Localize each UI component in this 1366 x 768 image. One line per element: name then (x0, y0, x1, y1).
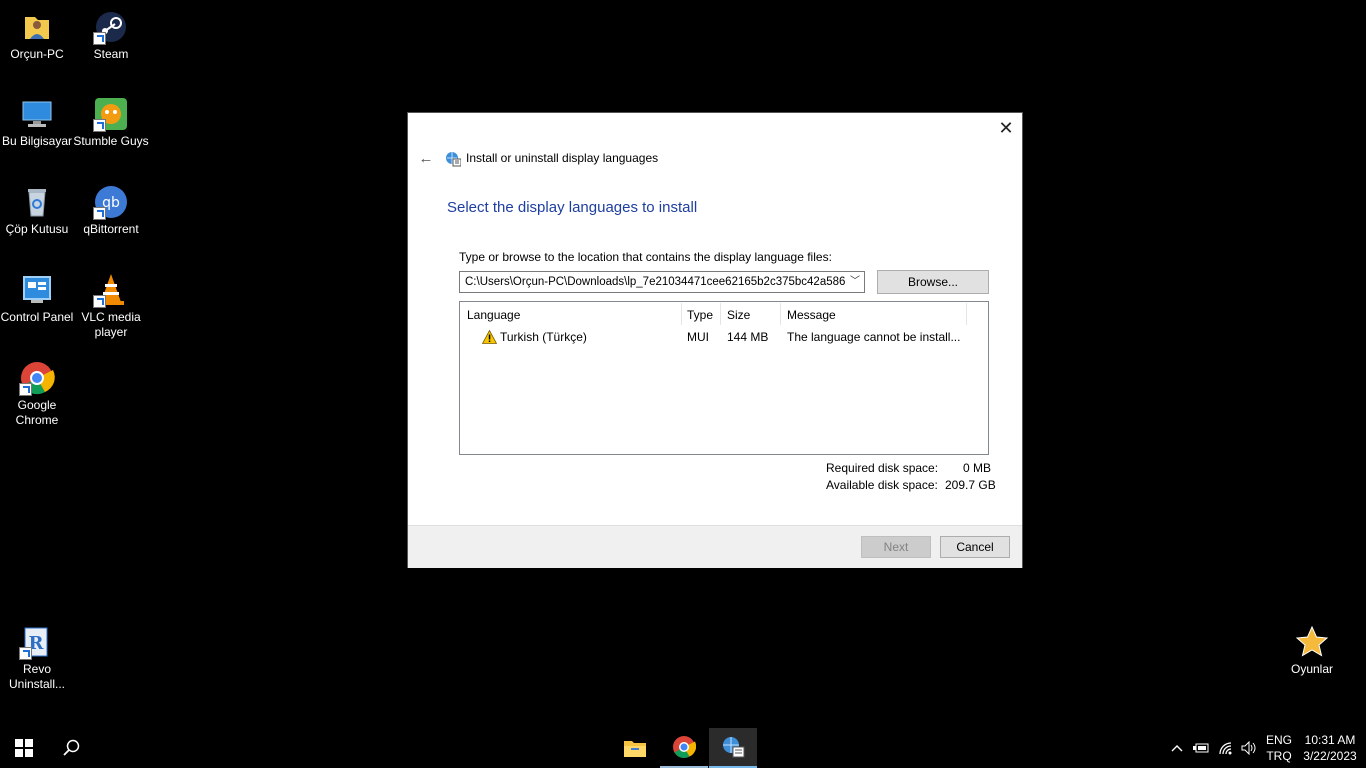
volume-tray-button[interactable] (1239, 728, 1259, 768)
desktop-icon-oyunlar[interactable]: Oyunlar (1274, 624, 1350, 677)
browse-button[interactable]: Browse... (877, 270, 989, 294)
shortcut-arrow-icon (93, 295, 106, 308)
desktop-icon-label: Control Panel (0, 310, 74, 324)
shortcut-arrow-icon (93, 32, 106, 45)
taskbar-clock[interactable]: 10:31 AM 3/22/2023 (1300, 732, 1360, 764)
start-button[interactable] (0, 728, 48, 768)
search-button[interactable] (48, 728, 96, 768)
shortcut-arrow-icon (19, 647, 32, 660)
column-header-size[interactable]: Size (727, 308, 750, 322)
desktop-icon-recycle-bin[interactable]: Çöp Kutusu (0, 184, 75, 237)
desktop-icon-steam[interactable]: Steam (73, 9, 149, 62)
star-icon (1294, 624, 1330, 660)
taskbar-file-explorer[interactable] (611, 728, 659, 768)
row-type: MUI (687, 330, 709, 344)
taskbar-language-settings[interactable] (709, 728, 757, 768)
warning-icon (481, 329, 498, 344)
required-disk-value: 0 MB (963, 461, 992, 475)
windows-logo-icon (15, 739, 33, 757)
qbittorrent-icon: qb (93, 184, 129, 220)
network-tray-button[interactable] (1216, 728, 1236, 768)
available-disk-label: Available disk space: (826, 478, 938, 492)
revo-uninstaller-icon: R (19, 624, 55, 660)
language-globe-icon (445, 151, 462, 167)
desktop-icon-user-folder[interactable]: Orçun-PC (0, 9, 75, 62)
speaker-icon (1241, 741, 1256, 755)
desktop-icon-label: Steam (93, 47, 129, 61)
desktop-icon-stumble-guys[interactable]: Stumble Guys (73, 96, 149, 149)
chevron-up-icon (1171, 745, 1183, 752)
display-language-dialog: ✕ ← Install or uninstall display languag… (408, 113, 1022, 568)
column-divider[interactable] (966, 303, 967, 325)
wifi-icon (1219, 742, 1232, 755)
desktop-icon-revo-uninstaller[interactable]: R Revo Uninstall... (0, 624, 75, 692)
user-folder-icon (19, 9, 55, 45)
column-header-language[interactable]: Language (467, 308, 520, 322)
stumble-guys-icon (93, 96, 129, 132)
show-hidden-icons-button[interactable] (1167, 728, 1187, 768)
taskbar: ENG TRQ 10:31 AM 3/22/2023 (0, 728, 1366, 768)
desktop-icon-label: Çöp Kutusu (5, 222, 69, 236)
desktop-icon-label: Stumble Guys (73, 134, 149, 148)
path-combobox[interactable]: C:\Users\Orçun-PC\Downloads\lp_7e2103447… (459, 271, 865, 293)
folder-icon (624, 741, 646, 757)
column-header-message[interactable]: Message (787, 308, 836, 322)
clock-date: 3/22/2023 (1303, 749, 1357, 763)
back-arrow-icon: ← (418, 150, 434, 167)
desktop-icon-label: Revo Uninstall... (8, 662, 66, 691)
required-disk-label: Required disk space: (826, 461, 939, 475)
desktop-icon-qbittorrent[interactable]: qb qBittorrent (73, 184, 149, 237)
language-globe-icon (723, 737, 745, 758)
shortcut-arrow-icon (93, 207, 106, 220)
search-icon (63, 739, 80, 756)
language-list: Language Type Size Message Turkish (Türk… (459, 301, 989, 455)
path-prompt-label: Type or browse to the location that cont… (459, 250, 832, 264)
close-icon: ✕ (998, 118, 1014, 138)
desktop-icon-label: Oyunlar (1290, 662, 1334, 676)
clock-time: 10:31 AM (1304, 733, 1356, 747)
row-size: 144 MB (727, 330, 769, 344)
computer-icon (19, 96, 55, 132)
input-keyboard-code: TRQ (1266, 749, 1292, 763)
shortcut-arrow-icon (93, 119, 106, 132)
desktop-icon-label: Orçun-PC (10, 47, 64, 61)
recycle-bin-icon (19, 184, 55, 220)
steam-icon (93, 9, 129, 45)
cancel-button[interactable]: Cancel (940, 536, 1010, 558)
desktop-icon-label: Google Chrome (15, 398, 59, 427)
column-divider[interactable] (720, 303, 721, 325)
dialog-footer: Next Cancel (408, 525, 1022, 568)
column-header-type[interactable]: Type (687, 308, 713, 322)
desktop-icon-label: VLC media player (81, 310, 141, 339)
close-button[interactable]: ✕ (996, 118, 1016, 138)
taskbar-chrome[interactable] (660, 728, 708, 768)
back-button[interactable]: ← (416, 150, 436, 168)
chrome-icon (673, 736, 696, 758)
shortcut-arrow-icon (19, 383, 32, 396)
battery-plug-icon (1193, 743, 1209, 753)
path-value: C:\Users\Orçun-PC\Downloads\lp_7e2103447… (465, 276, 846, 288)
chevron-down-icon[interactable]: ﹀ (850, 272, 860, 292)
desktop-icon-chrome[interactable]: Google Chrome (0, 360, 75, 428)
vlc-cone-icon (93, 272, 129, 308)
control-panel-icon (19, 272, 55, 308)
row-language: Turkish (Türkçe) (500, 330, 587, 344)
chrome-icon (19, 360, 55, 396)
desktop-icon-label: qBittorrent (83, 222, 139, 236)
desktop-icon-vlc[interactable]: VLC media player (73, 272, 149, 340)
page-heading: Select the display languages to install (447, 199, 698, 216)
dialog-title: Install or uninstall display languages (466, 151, 659, 165)
desktop-icon-this-pc[interactable]: Bu Bilgisayar (0, 96, 75, 149)
row-message: The language cannot be install... (787, 330, 961, 344)
column-divider[interactable] (780, 303, 781, 325)
input-language-code: ENG (1265, 733, 1292, 747)
column-divider[interactable] (681, 303, 682, 325)
desktop-icon-label: Bu Bilgisayar (1, 134, 73, 148)
desktop-icon-control-panel[interactable]: Control Panel (0, 272, 75, 325)
available-disk-value: 209.7 GB (945, 478, 996, 492)
battery-tray-button[interactable] (1191, 728, 1211, 768)
input-language-indicator[interactable]: ENG TRQ (1262, 732, 1296, 764)
next-button[interactable]: Next (861, 536, 931, 558)
